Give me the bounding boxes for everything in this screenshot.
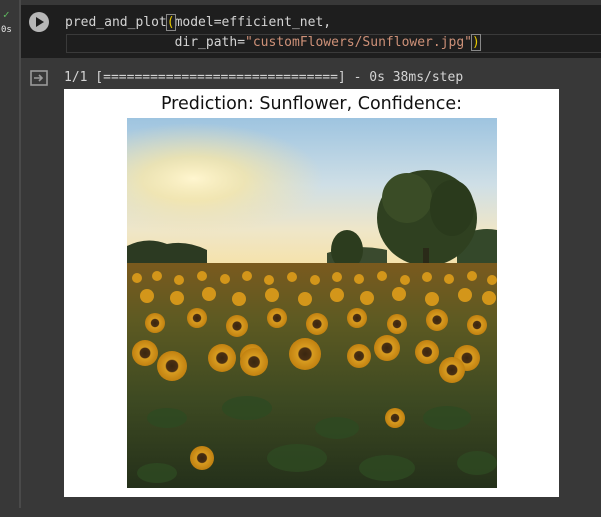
execution-time: 0s: [1, 25, 12, 35]
output-figure: Prediction: Sunflower, Confidence: 0.999…: [64, 89, 559, 497]
string-literal: "customFlowers/Sunflower.jpg": [245, 35, 473, 50]
progress-line: 1/1 [==============================] - 0…: [64, 70, 464, 85]
code-line-2[interactable]: dir_path="customFlowers/Sunflower.jpg"): [65, 34, 481, 51]
check-icon: ✓: [3, 8, 10, 21]
cell-side-bar: [19, 0, 21, 508]
argument-key: dir_path=: [174, 35, 246, 50]
sunflower-field-image: [127, 118, 497, 488]
output-redirect-icon[interactable]: [30, 70, 48, 86]
code-line-1[interactable]: pred_and_plot(model=efficient_net,: [65, 14, 332, 31]
sunflower-photo: [127, 118, 497, 488]
function-name: pred_and_plot: [65, 15, 167, 30]
play-icon: [36, 17, 44, 27]
run-cell-button[interactable]: [29, 12, 49, 32]
open-paren: (: [165, 14, 176, 31]
cell-gutter: [0, 0, 19, 517]
close-paren: ): [471, 34, 481, 51]
argument-model: model=efficient_net,: [174, 15, 332, 30]
